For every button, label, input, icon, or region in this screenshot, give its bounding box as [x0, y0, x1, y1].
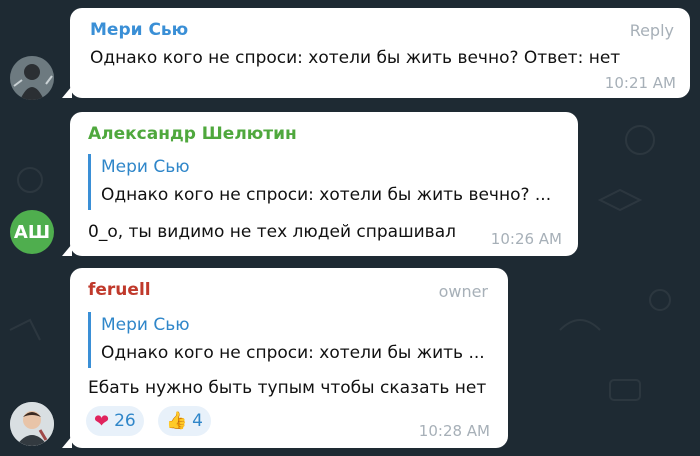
avatar-image [10, 402, 54, 446]
avatar-initials[interactable]: АШ [10, 210, 54, 254]
reaction-heart[interactable]: ❤ 26 [86, 406, 144, 436]
message-text: Однако кого не спроси: хотели бы жить ве… [90, 48, 621, 68]
quote-sender: Мери Сью [101, 315, 190, 335]
bubble-tail [62, 86, 72, 98]
reply-quote[interactable]: Мери Сью Однако кого не спроси: хотели б… [88, 312, 488, 368]
message-time: 10:28 AM [418, 422, 490, 440]
avatar-meri-syu[interactable] [10, 56, 54, 100]
message-time: 10:26 AM [490, 230, 562, 248]
quote-sender: Мери Сью [101, 157, 190, 177]
message-time: 10:21 AM [604, 74, 676, 92]
reply-quote[interactable]: Мери Сью Однако кого не спроси: хотели б… [88, 154, 558, 210]
bubble-tail [62, 244, 72, 256]
reaction-count: 26 [114, 411, 136, 431]
sender-name[interactable]: Мери Сью [90, 20, 188, 40]
avatar-feruell[interactable] [10, 402, 54, 446]
quote-text: Однако кого не спроси: хотели бы жить ве… [101, 185, 552, 205]
message-text: 0_o, ты видимо не тех людей спрашивал [88, 222, 456, 242]
sender-name[interactable]: feruell [88, 280, 151, 300]
owner-badge: owner [438, 282, 488, 301]
message-bubble[interactable]: Александр Шелютин Мери Сью Однако кого н… [62, 112, 578, 256]
quote-text: Однако кого не спроси: хотели бы жить ..… [101, 343, 485, 363]
bubble-tail [62, 436, 72, 448]
message-bubble[interactable]: feruell owner Мери Сью Однако кого не сп… [62, 268, 508, 448]
reaction-count: 4 [192, 411, 203, 431]
sender-name[interactable]: Александр Шелютин [88, 124, 297, 144]
message-text: Ебать нужно быть тупым чтобы сказать нет [88, 378, 487, 398]
reaction-thumbs-up[interactable]: 👍 4 [158, 406, 211, 436]
reply-button[interactable]: Reply [630, 21, 674, 40]
avatar-initials-text: АШ [13, 221, 51, 243]
thumbs-up-icon: 👍 [166, 411, 188, 431]
heart-icon: ❤ [94, 410, 110, 432]
message-bubble[interactable]: Мери Сью Reply Однако кого не спроси: хо… [62, 8, 690, 98]
avatar-image [10, 56, 54, 100]
